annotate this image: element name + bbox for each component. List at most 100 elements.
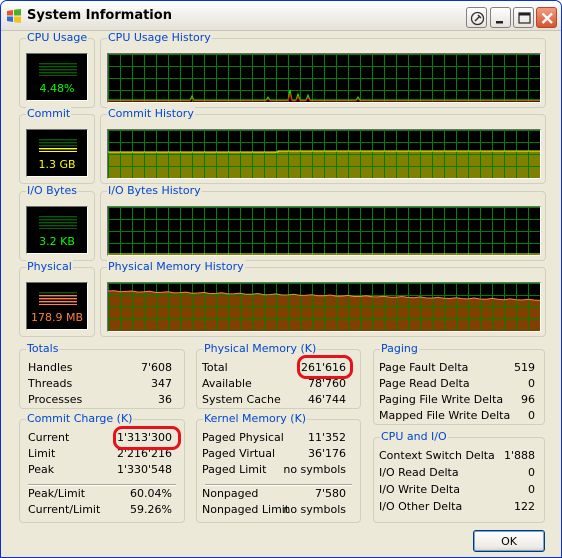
close-icon [541, 12, 553, 24]
total-highlight-circle [297, 355, 353, 379]
ok-button[interactable]: OK [473, 530, 545, 552]
stat-label: Limit [28, 447, 56, 460]
paging-group: Paging Page Fault Delta 519 Page Read Delt… [373, 342, 545, 425]
stat-value: 0 [528, 377, 535, 390]
stat-label: Context Switch Delta [379, 449, 495, 462]
paging-label: Paging [380, 342, 419, 355]
cpu-history-grid [108, 54, 540, 102]
stat-row: Paged Virtual 36'176 [202, 447, 346, 462]
physical-memory-label: Physical Memory (K) [203, 342, 318, 355]
stat-row: I/O Other Delta 122 [379, 500, 535, 515]
stat-label: Paged Virtual [202, 447, 276, 460]
stat-row: Peak 1'330'548 [28, 463, 172, 478]
physical-meter-bar [39, 292, 77, 294]
stat-row: I/O Read Delta 0 [379, 466, 535, 481]
commit-meter-bar [39, 151, 77, 152]
stat-value: 122 [514, 500, 535, 513]
io-history-group: I/O Bytes History [100, 184, 546, 261]
io-meter-bar [39, 228, 77, 229]
pin-button[interactable] [466, 7, 487, 28]
stat-row: Paged Limit no symbols [202, 463, 346, 478]
minimize-button[interactable] [490, 7, 511, 28]
stat-row: Processes 36 [28, 393, 172, 408]
stat-label: Paged Limit [202, 463, 267, 476]
physical-history-svg [108, 283, 540, 331]
cpu-history-svg [108, 54, 540, 102]
commit-meter: 1.3 GB [26, 129, 88, 177]
pin-icon [470, 11, 485, 26]
stat-row: Context Switch Delta 1'888 [379, 449, 535, 464]
cpu-meter-bar [39, 66, 77, 68]
commit-meter-bar [39, 148, 77, 150]
stat-value: no symbols [283, 463, 346, 476]
io-meter-group: I/O Bytes 3.2 KB [19, 184, 95, 261]
io-meter-bars [39, 216, 77, 229]
commit-meter-group: Commit 1.3 GB [19, 107, 95, 184]
minimize-icon [496, 21, 503, 24]
stat-label: Current [28, 431, 70, 444]
cpu-meter-bar [39, 75, 77, 76]
io-meter-bar [39, 216, 77, 218]
commit-separator [28, 484, 176, 486]
stat-label: Page Read Delta [379, 377, 470, 390]
stat-label: Peak/Limit [28, 487, 86, 500]
cpu-history-label: CPU Usage History [107, 31, 212, 44]
stat-label: Mapped File Write Delta [379, 409, 511, 422]
stat-value: 36 [158, 393, 172, 406]
physical-meter-bar [39, 301, 77, 303]
cpu-meter-bar [39, 63, 77, 65]
cpu-history-group: CPU Usage History [100, 31, 546, 108]
close-button[interactable] [536, 7, 557, 28]
maximize-button[interactable] [513, 7, 534, 28]
stat-label: Handles [28, 361, 73, 374]
stat-row: Current/Limit 59.26% [28, 503, 172, 518]
io-meter-label: I/O Bytes [26, 184, 78, 197]
commit-meter-bar [39, 142, 77, 144]
stat-label: System Cache [202, 393, 281, 406]
stat-row: Mapped File Write Delta 0 [379, 409, 535, 424]
physical-history-group: Physical Memory History [100, 260, 546, 337]
stat-row: Available 78'760 [202, 377, 346, 392]
io-history-svg [108, 207, 540, 255]
windows-logo-icon [7, 9, 21, 23]
stat-row: Threads 347 [28, 377, 172, 392]
physical-history-label: Physical Memory History [107, 260, 245, 273]
cpu-io-label: CPU and I/O [380, 430, 448, 443]
current-highlight-circle [113, 426, 181, 450]
commit-meter-bars [39, 139, 77, 152]
stat-value: 519 [514, 361, 535, 374]
stat-value: 347 [151, 377, 172, 390]
kernel-separator [205, 484, 352, 486]
stat-row: Paged Physical 11'352 [202, 431, 346, 446]
stat-label: Paging File Write Delta [379, 393, 504, 406]
stat-value: 36'176 [307, 447, 346, 460]
stat-label: I/O Write Delta [379, 483, 460, 496]
commit-history-svg [108, 130, 540, 178]
stat-label: Nonpaged [202, 487, 259, 500]
stat-label: Current/Limit [28, 503, 101, 516]
io-meter-bar [39, 222, 77, 224]
commit-history-graph [107, 129, 541, 179]
stat-value: 0 [528, 409, 535, 422]
stat-value: 46'744 [307, 393, 346, 406]
stat-value: 96 [521, 393, 535, 406]
title-bar[interactable]: System Information [1, 1, 561, 31]
stat-value: 0 [528, 466, 535, 479]
stat-label: Available [202, 377, 252, 390]
maximize-icon [518, 12, 531, 24]
io-history-grid [108, 207, 540, 255]
window-title: System Information [27, 8, 172, 23]
io-meter-bar [39, 219, 77, 221]
commit-meter-bar [39, 145, 77, 147]
cpu-io-group: CPU and I/O Context Switch Delta 1'888 I/O… [373, 430, 545, 523]
io-meter-value: 3.2 KB [39, 235, 75, 248]
physical-meter-bar [39, 295, 77, 297]
kernel-memory-label: Kernel Memory (K) [203, 412, 308, 425]
commit-meter-label: Commit [26, 107, 72, 120]
stat-label: Page Fault Delta [379, 361, 469, 374]
system-information-window: System Information CPU Usage 4.48% CPU Usa [0, 0, 562, 558]
cpu-meter-bar [39, 72, 77, 74]
physical-meter: 178.9 MB [26, 282, 88, 330]
commit-history-group: Commit History [100, 107, 546, 184]
stat-label: Total [202, 361, 228, 374]
